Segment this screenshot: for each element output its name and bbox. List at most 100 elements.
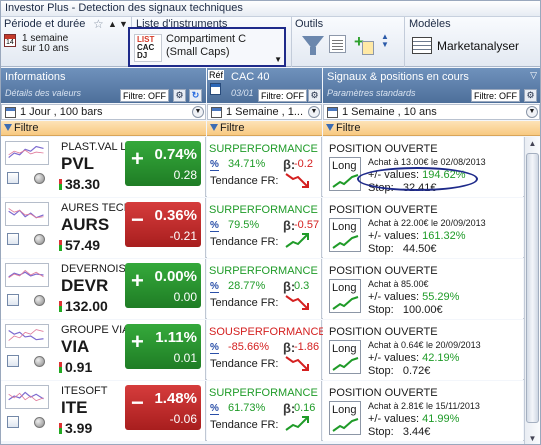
variation-badge: + 0.74% 0.28 (125, 141, 201, 186)
gain-label: +/- values: (368, 230, 420, 242)
info-column-title: Informations (5, 71, 66, 83)
ref-cell: SOUSPERFORMANCE % -85.66% β: -1.86 Tenda… (207, 320, 326, 380)
chevron-down-icon[interactable]: ▼ (192, 106, 204, 118)
scroll-thumb[interactable] (526, 153, 539, 423)
position-status: POSITION OUVERTE (329, 204, 438, 216)
info-filter-toggle[interactable]: Filtre: OFF (120, 89, 169, 102)
select-checkbox[interactable] (7, 233, 19, 245)
info-settings-icon[interactable]: ⚙ (173, 89, 186, 102)
performance-value: 79.5% (228, 219, 260, 231)
ref-column-date: 03/01 (231, 88, 254, 98)
instrument-list-select[interactable]: LIST CAC DJ Compartiment C (Small Caps) … (128, 27, 286, 67)
minus-icon: − (131, 207, 144, 232)
column-funnel-icon[interactable]: ▽ (530, 70, 537, 81)
ticker-symbol: DEVR (61, 276, 109, 295)
long-trend-icon (332, 418, 359, 432)
refresh-icon[interactable]: ↻ (189, 89, 202, 102)
ref-period-select[interactable]: 1 Semaine , 1... ▼ (207, 104, 322, 120)
instrument-list-value: Compartiment C (Small Caps) (166, 33, 247, 58)
ref-filter-row[interactable]: Filtre (207, 121, 322, 136)
instrument-list-icon: LIST CAC DJ (134, 34, 162, 62)
favorite-star-icon[interactable]: ☆ (93, 17, 104, 31)
sparkline-chart-icon[interactable] (5, 385, 49, 409)
long-position-icon[interactable]: Long (329, 218, 361, 252)
instrument-row[interactable]: PLAST.VAL LOIRE PVL 38.30 + 0.74% 0.28 S… (1, 137, 540, 197)
long-position-icon[interactable]: Long (329, 340, 361, 374)
instrument-row[interactable]: DEVERNOIS DEVR 132.00 + 0.00% 0.00 SURPE… (1, 259, 540, 319)
tools-group: Outils + ▲ ▼ (292, 17, 405, 67)
status-dot-icon (34, 234, 45, 245)
candle-icon (59, 179, 62, 190)
filter-icon (4, 124, 12, 131)
select-checkbox[interactable] (7, 294, 19, 306)
marketanalyser-button[interactable]: Marketanalyser (437, 39, 519, 53)
vertical-scrollbar[interactable]: ▲ ▼ (524, 137, 540, 444)
sparkline-chart-icon[interactable] (5, 324, 49, 348)
signals-filter-row[interactable]: Filtre (323, 121, 540, 136)
period-group: Période et durée ☆ ▲ ▼ 14 1 semaine sur … (1, 17, 132, 67)
calendar-icon[interactable]: 14 (4, 34, 16, 47)
sparkline-chart-icon[interactable] (5, 141, 49, 165)
candle-icon (59, 423, 62, 434)
long-position-icon[interactable]: Long (329, 279, 361, 313)
position-status: POSITION OUVERTE (329, 265, 438, 277)
ticker-symbol: ITE (61, 398, 88, 417)
table-grid-icon[interactable] (412, 37, 432, 54)
instrument-row[interactable]: GROUPE VIAL VIA 0.91 + 1.11% 0.01 SOUSPE… (1, 320, 540, 380)
variation-badge: − 0.36% -0.21 (125, 202, 201, 247)
ref-cell: SURPERFORMANCE % 79.5% β: -0.57 Tendance… (207, 198, 322, 258)
signals-filter-toggle[interactable]: Filtre: OFF (471, 89, 520, 102)
ref-settings-icon[interactable]: ⚙ (308, 89, 321, 102)
ticker-symbol: PVL (61, 154, 95, 173)
ref-filter-toggle[interactable]: Filtre: OFF (258, 89, 307, 102)
new-document-icon[interactable] (362, 41, 374, 55)
chevron-down-icon[interactable]: ▼ (274, 55, 282, 64)
instrument-row[interactable]: ITESOFT ITE 3.99 − 1.48% -0.06 SURPERFOR… (1, 381, 540, 441)
instrument-row[interactable]: AURES TECHNOLOGIES AURS 57.49 − 0.36% -0… (1, 198, 540, 258)
chevron-down-icon[interactable]: ▼ (526, 106, 538, 118)
sparkline-chart-icon[interactable] (5, 202, 49, 226)
signals-column-subtitle: Paramètres standards (327, 88, 416, 98)
info-filter-row[interactable]: Filtre (1, 121, 206, 136)
info-period-select[interactable]: 1 Jour , 100 bars ▼ (1, 104, 206, 120)
long-label: Long (332, 404, 357, 416)
scroll-up-icon[interactable]: ▲ (525, 137, 540, 151)
signals-period-select[interactable]: 1 Semaine , 10 ans ▼ (323, 104, 540, 120)
gain-line: +/- values: 42.19% (368, 352, 459, 364)
sort-arrows-icon[interactable]: ▲ ▼ (381, 33, 389, 49)
arrow-down-icon[interactable]: ▼ (119, 19, 128, 29)
select-checkbox[interactable] (7, 416, 19, 428)
select-checkbox[interactable] (7, 172, 19, 184)
ref-calendar-icon[interactable] (210, 83, 221, 95)
scroll-down-icon[interactable]: ▼ (525, 432, 540, 444)
filter-icon (326, 124, 334, 131)
signals-filter-label: Filtre (336, 122, 361, 134)
stop-line: Stop: 3.44€ (368, 426, 430, 438)
sparkline-chart-icon[interactable] (5, 263, 49, 287)
variation-badge: − 1.48% -0.06 (125, 385, 201, 430)
long-label: Long (332, 221, 357, 233)
list-view-icon[interactable] (329, 35, 346, 53)
percent-icon: % (210, 281, 219, 293)
status-dot-icon (34, 356, 45, 367)
long-label: Long (332, 282, 357, 294)
calendar-icon (5, 107, 16, 118)
period-duration-line2[interactable]: sur 10 ans (22, 43, 69, 54)
signals-column-header: Signaux & positions en cours ▽ Paramètre… (323, 68, 540, 103)
signal-cell: POSITION OUVERTE Long Achat à 0.64€ le 2… (323, 320, 523, 380)
long-position-icon[interactable]: Long (329, 401, 361, 435)
ref-cell: SURPERFORMANCE % 34.71% β: -0.2 Tendance… (207, 137, 322, 197)
info-column-subtitle: Détails des valeurs (5, 88, 82, 98)
info-cell: ITESOFT ITE 3.99 − 1.48% -0.06 (1, 381, 206, 441)
long-position-icon[interactable]: Long (329, 157, 361, 191)
stop-value: 100.00€ (402, 304, 443, 316)
long-label: Long (332, 160, 357, 172)
select-checkbox[interactable] (7, 355, 19, 367)
price-value: 38.30 (65, 176, 101, 192)
chevron-down-icon[interactable]: ▼ (308, 106, 320, 118)
ref-column-title: CAC 40 (231, 71, 270, 83)
signals-settings-icon[interactable]: ⚙ (524, 89, 537, 102)
filter-funnel-stem (310, 47, 316, 55)
long-trend-icon (332, 357, 359, 371)
arrow-up-icon[interactable]: ▲ (108, 19, 117, 29)
